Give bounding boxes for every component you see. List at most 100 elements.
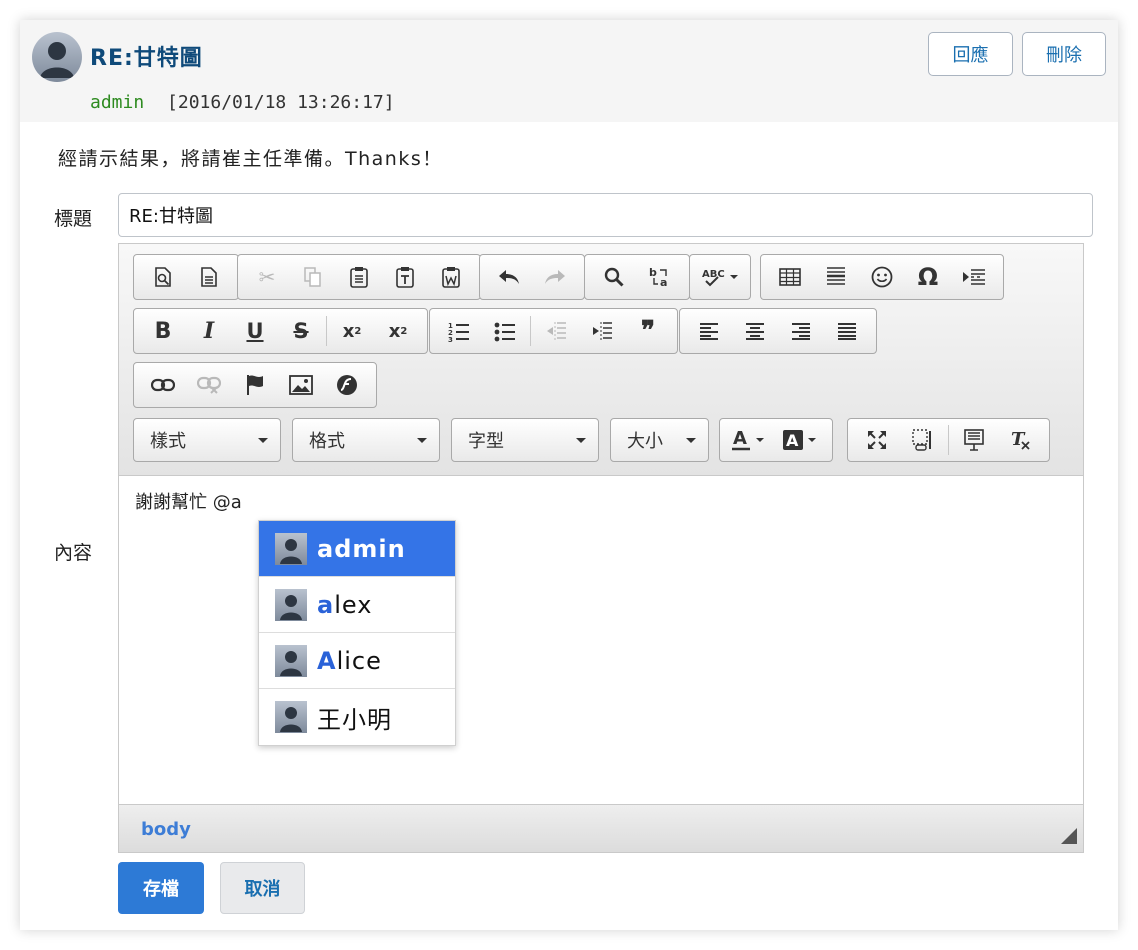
remove-format-icon[interactable]: T [997, 422, 1043, 458]
svg-text:3: 3 [448, 336, 453, 342]
copy-icon[interactable] [290, 259, 336, 295]
user-icon [275, 644, 307, 677]
undo-icon[interactable] [486, 259, 532, 295]
cut-icon[interactable]: ✂ [244, 259, 290, 295]
flash-icon[interactable] [324, 367, 370, 403]
style-dropdown-label: 樣式 [150, 431, 186, 452]
link-icon[interactable] [140, 367, 186, 403]
mention-item[interactable]: a lex [259, 577, 455, 633]
toolbar-separator [948, 425, 949, 455]
font-dropdown-label: 字型 [468, 431, 504, 452]
user-icon [275, 532, 307, 565]
indent-icon[interactable] [579, 313, 625, 349]
maximize-icon[interactable] [854, 422, 900, 458]
source-icon[interactable] [951, 422, 997, 458]
editor-footer: body [119, 804, 1083, 852]
toolbar-group-tools: T [847, 418, 1050, 462]
svg-text:A: A [786, 431, 799, 450]
format-dropdown-label: 格式 [309, 431, 345, 452]
content-label: 內容 [54, 542, 93, 564]
post-date: [2016/01/18 13:26:17] [167, 92, 395, 113]
toolbar-group-clipboard: ✂ [237, 254, 481, 300]
unlink-icon[interactable] [186, 367, 232, 403]
replace-icon[interactable]: ba [637, 259, 683, 295]
table-icon[interactable] [767, 259, 813, 295]
style-dropdown[interactable]: 樣式 [133, 418, 281, 462]
toolbar-group-history [479, 254, 585, 300]
paste-word-icon[interactable] [428, 259, 474, 295]
size-dropdown[interactable]: 大小 [610, 418, 709, 462]
align-right-icon[interactable] [778, 313, 824, 349]
toolbar-group-links [133, 362, 377, 408]
editor-content-area[interactable]: 謝謝幫忙 @a a dmin a lex Alice 王小明 [119, 476, 1083, 804]
mention-item[interactable]: a dmin [259, 521, 455, 577]
align-justify-icon[interactable] [824, 313, 870, 349]
resize-handle-icon[interactable] [1061, 828, 1077, 844]
spellcheck-icon[interactable]: ABC [696, 259, 744, 295]
background-color-icon[interactable]: A [776, 422, 828, 458]
reply-button[interactable]: 回應 [928, 32, 1013, 76]
redo-icon[interactable] [532, 259, 578, 295]
font-dropdown[interactable]: 字型 [451, 418, 599, 462]
title-input[interactable] [118, 193, 1093, 237]
page-break-icon[interactable] [951, 259, 997, 295]
chevron-down-icon [576, 438, 586, 443]
svg-text:b: b [649, 266, 657, 279]
underline-icon[interactable]: U [232, 313, 278, 349]
italic-icon[interactable]: I [186, 313, 232, 349]
chevron-down-icon [417, 438, 427, 443]
text-color-icon[interactable]: A [724, 422, 776, 458]
chevron-down-icon [258, 438, 268, 443]
align-left-icon[interactable] [686, 313, 732, 349]
mention-item[interactable]: 王小明 [259, 689, 455, 745]
image-icon[interactable] [278, 367, 324, 403]
toolbar-group-document [133, 254, 239, 300]
toolbar-group-find: ba [584, 254, 690, 300]
delete-button[interactable]: 刪除 [1022, 32, 1106, 76]
numbered-list-icon[interactable]: 123 [436, 313, 482, 349]
paste-text-icon[interactable] [382, 259, 428, 295]
toolbar-group-insert: Ω [760, 254, 1004, 300]
user-icon [275, 588, 307, 621]
subscript-icon[interactable]: x2 [329, 313, 375, 349]
avatar [32, 32, 82, 82]
title-label: 標題 [54, 208, 93, 230]
preview-icon[interactable] [140, 259, 186, 295]
user-icon [275, 701, 307, 733]
toolbar-separator [530, 316, 531, 346]
mention-suggestion-list: a dmin a lex Alice 王小明 [258, 520, 456, 746]
show-blocks-icon[interactable] [900, 422, 946, 458]
smiley-icon[interactable] [859, 259, 905, 295]
blockquote-icon[interactable]: ❞ [625, 313, 671, 349]
find-icon[interactable] [591, 259, 637, 295]
post-card: RE:甘特圖 admin [2016/01/18 13:26:17] 回應 刪除… [20, 20, 1118, 930]
mention-name: lice [336, 646, 382, 675]
element-path[interactable]: body [141, 819, 191, 840]
outdent-icon[interactable] [533, 313, 579, 349]
post-meta: admin [2016/01/18 13:26:17] [90, 92, 395, 113]
bulleted-list-icon[interactable] [482, 313, 528, 349]
templates-icon[interactable] [186, 259, 232, 295]
superscript-icon[interactable]: x2 [375, 313, 421, 349]
cancel-button[interactable]: 取消 [220, 862, 305, 914]
bold-icon[interactable]: B [140, 313, 186, 349]
post-author[interactable]: admin [90, 92, 144, 113]
special-char-icon[interactable]: Ω [905, 259, 951, 295]
align-center-icon[interactable] [732, 313, 778, 349]
svg-text:a: a [660, 276, 667, 288]
rich-text-editor: ✂ b a ABC Ω B I U S x 2 x 2 1 2 3 ❞ 樣式 格… [118, 243, 1084, 853]
format-dropdown[interactable]: 格式 [292, 418, 440, 462]
toolbar-group-colors: A A [719, 418, 833, 462]
toolbar-group-align [679, 308, 877, 354]
strikethrough-icon[interactable]: S [278, 313, 324, 349]
chevron-down-icon [686, 438, 696, 443]
horizontal-rule-icon[interactable] [813, 259, 859, 295]
mention-item[interactable]: Alice [259, 633, 455, 689]
editor-content-text[interactable]: 謝謝幫忙 @a [135, 488, 242, 514]
size-dropdown-label: 大小 [627, 431, 663, 452]
save-button[interactable]: 存檔 [118, 862, 204, 914]
anchor-flag-icon[interactable] [232, 367, 278, 403]
toolbar-group-paragraph: 123 ❞ [429, 308, 678, 354]
toolbar-separator [326, 316, 327, 346]
paste-icon[interactable] [336, 259, 382, 295]
